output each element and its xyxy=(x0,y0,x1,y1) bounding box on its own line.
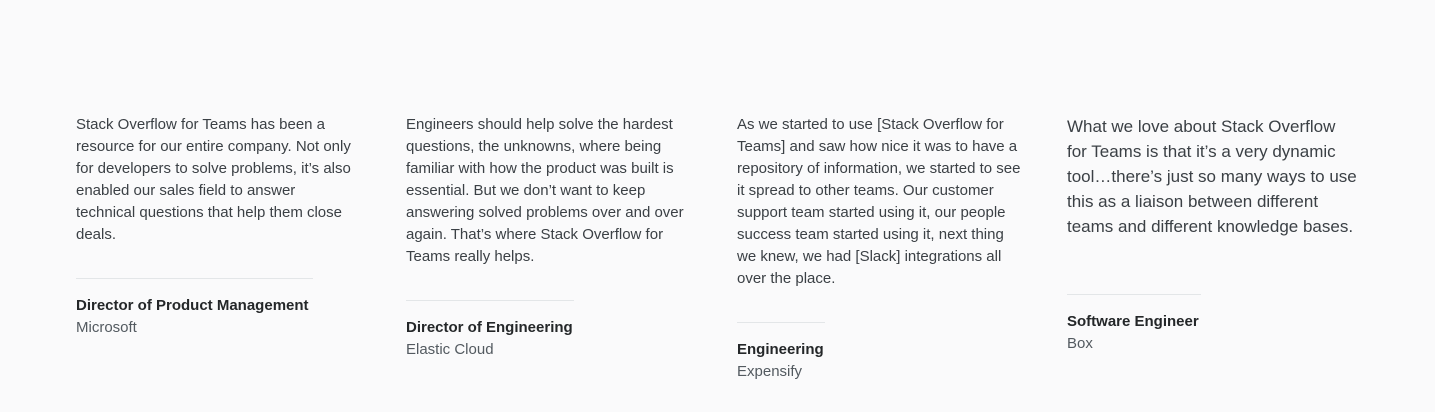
testimonial-divider xyxy=(406,300,574,301)
testimonial-card: As we started to use [Stack Overflow for… xyxy=(737,114,1023,383)
testimonials-section: Stack Overflow for Teams has been a reso… xyxy=(0,0,1435,412)
testimonial-role: Director of Engineering xyxy=(406,319,573,336)
testimonial-quote: Engineers should help solve the hardest … xyxy=(406,116,684,265)
testimonial-company: Box xyxy=(1067,335,1093,352)
testimonial-role: Director of Product Management xyxy=(76,297,309,314)
testimonial-card: Engineers should help solve the hardest … xyxy=(406,114,694,361)
testimonial-divider xyxy=(1067,294,1201,295)
testimonial-quote: As we started to use [Stack Overflow for… xyxy=(737,116,1021,287)
testimonial-role: Software Engineer xyxy=(1067,313,1199,330)
testimonial-company: Elastic Cloud xyxy=(406,341,494,358)
testimonial-quote: What we love about Stack Overflow for Te… xyxy=(1067,117,1357,236)
testimonial-quote: Stack Overflow for Teams has been a reso… xyxy=(76,116,351,243)
testimonial-divider xyxy=(737,322,825,323)
testimonial-divider xyxy=(76,278,313,279)
testimonial-company: Expensify xyxy=(737,363,803,380)
testimonial-role: Engineering xyxy=(737,341,824,358)
testimonial-card: Stack Overflow for Teams has been a reso… xyxy=(76,114,352,339)
testimonial-card: What we love about Stack Overflow for Te… xyxy=(1067,114,1357,355)
testimonial-company: Microsoft xyxy=(76,319,137,336)
